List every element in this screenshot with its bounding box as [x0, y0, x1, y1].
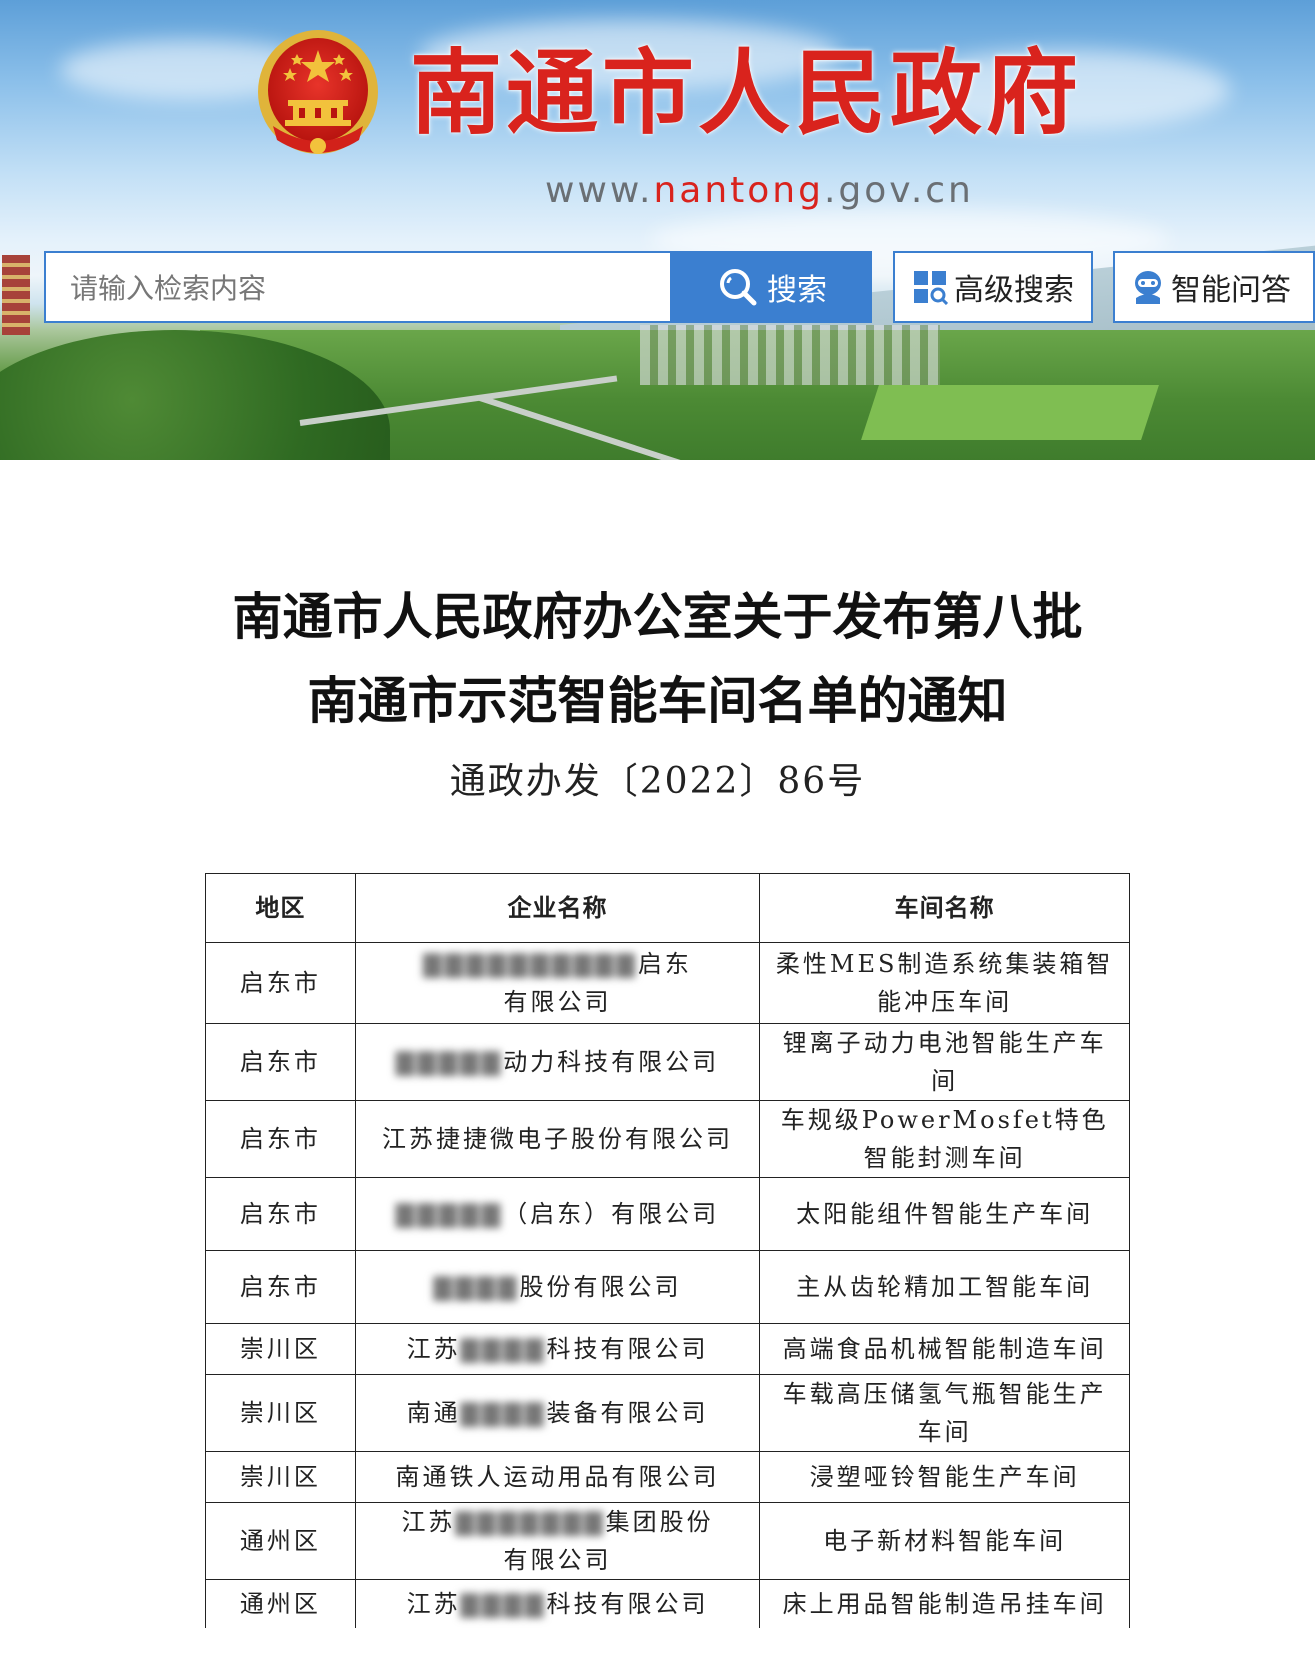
- document-title-line-2: 南通市示范智能车间名单的通知: [307, 671, 1008, 730]
- search-button-label: 搜索: [767, 273, 827, 308]
- company-cell: 江苏▇▇▇▇科技有限公司: [354, 1579, 761, 1628]
- document-title: 南通市人民政府办公室关于发布第八批 南通市示范智能车间名单的通知: [0, 575, 1315, 743]
- workshop-cell: 柔性MES制造系统集装箱智能冲压车间: [759, 942, 1130, 1024]
- document-number: 通政办发〔2022〕86号: [449, 761, 866, 802]
- company-name-text: 科技有限公司: [546, 1590, 709, 1618]
- company-name-line-2: 有限公司: [503, 988, 612, 1016]
- workshop-cell: 车规级PowerMosfet特色智能封测车间: [759, 1100, 1130, 1178]
- workshop-cell: 主从齿轮精加工智能车间: [759, 1250, 1130, 1324]
- region-cell: 启东市: [205, 1023, 356, 1101]
- robot-assistant-icon: [1135, 271, 1161, 304]
- workshop-list-table: 地区 企业名称 车间名称 启东市 ▇▇▇▇▇▇▇▇▇▇启东 有限公司 柔性MES制…: [205, 873, 1130, 1628]
- company-name-text: 股份有限公司: [519, 1273, 682, 1301]
- workshop-cell: 锂离子动力电池智能生产车间: [759, 1023, 1130, 1101]
- site-url: www.nantong.gov.cn: [545, 170, 974, 211]
- smart-qa-button[interactable]: 智能问答: [1113, 251, 1315, 323]
- advanced-search-label: 高级搜索: [954, 273, 1074, 308]
- column-header-workshop: 车间名称: [759, 873, 1130, 943]
- site-url-suffix: .gov.cn: [823, 170, 974, 211]
- company-cell: 南通▇▇▇▇装备有限公司: [354, 1374, 761, 1452]
- column-header-company: 企业名称: [354, 873, 761, 943]
- redacted-text: ▇▇▇▇: [460, 1590, 547, 1618]
- company-cell: ▇▇▇▇▇动力科技有限公司: [354, 1023, 761, 1101]
- grid-search-icon: [914, 271, 948, 305]
- table-row: 启东市 ▇▇▇▇▇▇▇▇▇▇启东 有限公司 柔性MES制造系统集装箱智能冲压车间: [205, 942, 1130, 1024]
- region-cell: 启东市: [205, 1100, 356, 1178]
- redacted-text: ▇▇▇▇▇: [395, 1200, 504, 1228]
- company-name-prefix: 南通: [406, 1399, 461, 1427]
- company-cell: ▇▇▇▇股份有限公司: [354, 1250, 761, 1324]
- column-header-region: 地区: [205, 873, 356, 943]
- workshop-cell: 车载高压储氢气瓶智能生产车间: [759, 1374, 1130, 1452]
- company-name-prefix: 江苏: [406, 1335, 461, 1363]
- table-row: 启东市 ▇▇▇▇▇动力科技有限公司 锂离子动力电池智能生产车间: [205, 1023, 1130, 1101]
- pagoda-scenery: [2, 255, 30, 335]
- company-cell: ▇▇▇▇▇▇▇▇▇▇启东 有限公司: [354, 942, 761, 1024]
- search-icon: [720, 269, 757, 306]
- workshop-cell: 太阳能组件智能生产车间: [759, 1177, 1130, 1251]
- redacted-text: ▇▇▇▇▇▇▇▇▇▇: [423, 950, 638, 978]
- workshop-cell: 电子新材料智能车间: [759, 1502, 1130, 1580]
- region-cell: 启东市: [205, 942, 356, 1024]
- search-button[interactable]: 搜索: [672, 251, 872, 323]
- company-cell: 江苏▇▇▇▇科技有限公司: [354, 1323, 761, 1375]
- workshop-cell: 床上用品智能制造吊挂车间: [759, 1579, 1130, 1628]
- site-url-prefix: www.: [545, 170, 654, 211]
- table-row: 启东市 ▇▇▇▇▇（启东）有限公司 太阳能组件智能生产车间: [205, 1177, 1130, 1251]
- sports-field-scenery: [861, 385, 1159, 440]
- company-cell: 江苏▇▇▇▇▇▇▇集团股份有限公司: [354, 1502, 761, 1580]
- company-cell: 南通铁人运动用品有限公司: [354, 1451, 761, 1503]
- site-title: 南通市人民政府: [410, 40, 1083, 147]
- workshop-cell: 高端食品机械智能制造车间: [759, 1323, 1130, 1375]
- company-name-text: 启东: [637, 950, 692, 978]
- company-cell: 江苏捷捷微电子股份有限公司: [354, 1100, 761, 1178]
- table-row: 通州区 江苏▇▇▇▇▇▇▇集团股份有限公司 电子新材料智能车间: [205, 1502, 1130, 1580]
- region-cell: 崇川区: [205, 1451, 356, 1503]
- redacted-text: ▇▇▇▇: [460, 1399, 547, 1427]
- table-row: 通州区 江苏▇▇▇▇科技有限公司 床上用品智能制造吊挂车间: [205, 1579, 1130, 1628]
- region-cell: 通州区: [205, 1502, 356, 1580]
- workshop-cell: 浸塑哑铃智能生产车间: [759, 1451, 1130, 1503]
- table-header-row: 地区 企业名称 车间名称: [205, 873, 1130, 943]
- region-cell: 通州区: [205, 1579, 356, 1628]
- table-row: 崇川区 南通▇▇▇▇装备有限公司 车载高压储氢气瓶智能生产车间: [205, 1374, 1130, 1452]
- company-name-text: 动力科技有限公司: [503, 1048, 720, 1076]
- village-scenery: [640, 325, 940, 385]
- table-row: 启东市 ▇▇▇▇股份有限公司 主从齿轮精加工智能车间: [205, 1250, 1130, 1324]
- national-emblem-icon: [258, 30, 378, 154]
- company-name-text: 集团股份: [605, 1508, 714, 1536]
- redacted-text: ▇▇▇▇: [460, 1335, 547, 1363]
- company-name-prefix: 江苏: [401, 1508, 456, 1536]
- region-cell: 启东市: [205, 1250, 356, 1324]
- table-row: 崇川区 南通铁人运动用品有限公司 浸塑哑铃智能生产车间: [205, 1451, 1130, 1503]
- company-name-prefix: 江苏: [406, 1590, 461, 1618]
- company-name-text: 科技有限公司: [546, 1335, 709, 1363]
- table-row: 崇川区 江苏▇▇▇▇科技有限公司 高端食品机械智能制造车间: [205, 1323, 1130, 1375]
- header-banner: 南通市人民政府 www.nantong.gov.cn 搜索 高级搜索: [0, 0, 1315, 460]
- advanced-search-button[interactable]: 高级搜索: [893, 251, 1093, 323]
- redacted-text: ▇▇▇▇▇: [395, 1048, 504, 1076]
- region-cell: 启东市: [205, 1177, 356, 1251]
- company-name-line-2: 有限公司: [503, 1546, 612, 1574]
- redacted-text: ▇▇▇▇▇▇▇: [455, 1508, 606, 1536]
- company-cell: ▇▇▇▇▇（启东）有限公司: [354, 1177, 761, 1251]
- redacted-text: ▇▇▇▇: [433, 1273, 520, 1301]
- company-name-text: 装备有限公司: [546, 1399, 709, 1427]
- table-row: 启东市 江苏捷捷微电子股份有限公司 车规级PowerMosfet特色智能封测车间: [205, 1100, 1130, 1178]
- smart-qa-label: 智能问答: [1171, 273, 1291, 308]
- site-url-highlight: nantong: [653, 170, 824, 211]
- search-input[interactable]: [68, 253, 652, 323]
- document-title-line-1: 南通市人民政府办公室关于发布第八批: [232, 587, 1083, 646]
- company-name-text: （启东）有限公司: [503, 1200, 720, 1228]
- search-box: [44, 251, 672, 323]
- region-cell: 崇川区: [205, 1323, 356, 1375]
- region-cell: 崇川区: [205, 1374, 356, 1452]
